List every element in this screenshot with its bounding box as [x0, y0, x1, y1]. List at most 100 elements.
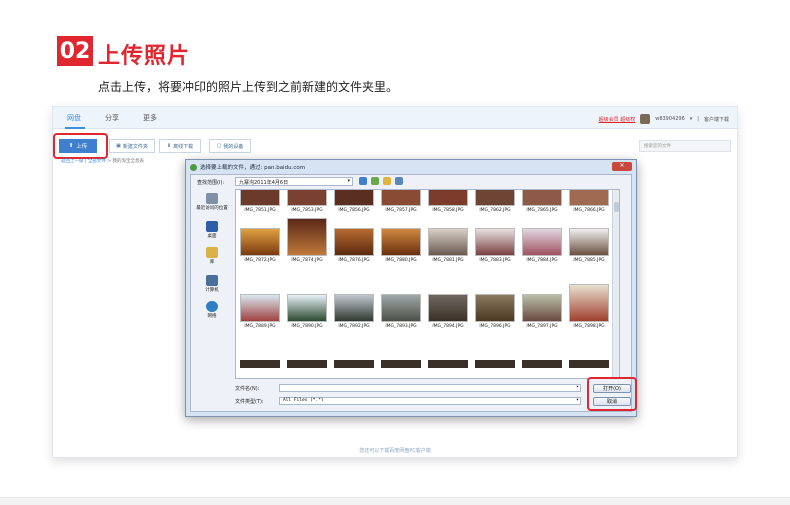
file-name: IMG_7881.JPG: [432, 258, 464, 263]
file-item[interactable]: IMG_7897.JPG: [522, 294, 562, 329]
chevron-down-icon[interactable]: ▾: [690, 116, 693, 122]
file-name: IMG_7880.JPG: [385, 258, 417, 263]
thumbnail: [475, 294, 515, 322]
breadcrumb-all[interactable]: 全部文件: [88, 159, 106, 164]
place-library[interactable]: 库: [193, 247, 231, 265]
file-item[interactable]: IMG_7884.JPG: [522, 228, 562, 263]
place-recent[interactable]: 最近访问的位置: [193, 193, 231, 211]
file-item[interactable]: IMG_7874.JPG: [287, 218, 327, 263]
nav-tab-netdisk[interactable]: 网盘: [67, 113, 81, 123]
file-item[interactable]: IMG_7853.JPG: [287, 190, 327, 213]
file-item[interactable]: IMG_7857.JPG: [381, 190, 421, 213]
place-label: 计算机: [205, 288, 219, 293]
avatar[interactable]: [640, 114, 651, 124]
thumbnail: [522, 294, 562, 322]
place-computer[interactable]: 计算机: [193, 275, 231, 293]
file-item[interactable]: IMG_7866.JPG: [569, 190, 609, 213]
place-label: 网络: [207, 314, 217, 319]
filename-label: 文件名(N):: [235, 386, 260, 392]
back-icon[interactable]: [359, 177, 367, 185]
new-folder-button[interactable]: ▣ 新建文件夹: [109, 139, 155, 153]
file-name: IMG_7857.JPG: [385, 208, 417, 213]
client-download-link[interactable]: 客户端下载: [704, 116, 729, 123]
bottom-rule: [0, 497, 790, 505]
scroll-thumb[interactable]: [614, 202, 619, 212]
top-nav-bar: 网盘 分享 更多 超级会员 超级权 w83904296 ▾ | 客户端下载: [53, 107, 737, 129]
dialog-title-text: 选择要上载的文件，通过: pan.baidu.com: [200, 165, 306, 171]
file-item[interactable]: IMG_7890.JPG: [287, 294, 327, 329]
thumbnail: [240, 228, 280, 256]
breadcrumb-back[interactable]: 返回上一级: [61, 159, 84, 164]
nav-tab-more[interactable]: 更多: [143, 113, 157, 123]
step-title: 上传照片: [98, 44, 191, 69]
file-item[interactable]: IMG_7858.JPG: [428, 190, 468, 213]
file-item[interactable]: IMG_7896.JPG: [475, 294, 515, 329]
footer-link[interactable]: 您还可以下载百度网盘PC客户端: [53, 447, 737, 454]
nav-tab-share[interactable]: 分享: [105, 113, 119, 123]
file-item[interactable]: IMG_7883.JPG: [475, 228, 515, 263]
file-item[interactable]: IMG_7862.JPG: [475, 190, 515, 213]
search-input[interactable]: 搜索您的文件: [639, 140, 731, 152]
file-item[interactable]: IMG_7898.JPG: [569, 284, 609, 329]
place-label: 库: [209, 260, 215, 265]
view-menu-icon[interactable]: [395, 177, 403, 185]
breadcrumb: 返回上一级 | 全部文件 > 我的淘宝全息表: [61, 158, 144, 164]
thumbnail: [287, 294, 327, 322]
file-item[interactable]: IMG_7894.JPG: [428, 294, 468, 329]
thumbnail: [240, 294, 280, 322]
thumbnail: [475, 228, 515, 256]
up-folder-icon[interactable]: [371, 177, 379, 185]
scrollbar[interactable]: [612, 190, 619, 378]
place-label: 桌面: [207, 234, 217, 239]
dialog-title: 选择要上载的文件，通过: pan.baidu.com: [190, 163, 305, 171]
filetype-select[interactable]: All Files (*.*) ▾: [279, 397, 581, 405]
place-desktop[interactable]: 桌面: [193, 221, 231, 239]
device-icon: ▢: [216, 143, 222, 149]
computer-icon: [206, 275, 218, 286]
download-icon: ⬇: [166, 143, 172, 149]
close-icon[interactable]: ✕: [612, 162, 632, 171]
places-bar: 最近访问的位置 桌面 库 计算机 网络: [193, 189, 231, 379]
file-item[interactable]: IMG_7851.JPG: [240, 190, 280, 213]
filename-input[interactable]: ▾: [279, 384, 581, 392]
thumbnail: [381, 190, 421, 206]
my-devices-button[interactable]: ▢ 我的设备: [209, 139, 251, 153]
thumbnail: [381, 228, 421, 256]
new-folder-icon[interactable]: [383, 177, 391, 185]
file-item[interactable]: IMG_7892.JPG: [334, 294, 374, 329]
file-name: IMG_7858.JPG: [432, 208, 464, 213]
place-network[interactable]: 网络: [193, 301, 231, 319]
file-item[interactable]: IMG_7893.JPG: [381, 294, 421, 329]
thumbnail: [381, 294, 421, 322]
chevron-down-icon: ▾: [575, 384, 579, 390]
nav-underline: [65, 127, 85, 129]
file-item[interactable]: IMG_7876.JPG: [334, 228, 374, 263]
file-name: IMG_7890.JPG: [291, 324, 323, 329]
screenshot-frame: 网盘 分享 更多 超级会员 超级权 w83904296 ▾ | 客户端下载 ⬆ …: [52, 106, 738, 458]
thumbnail: [428, 190, 468, 206]
file-name: IMG_7862.JPG: [479, 208, 511, 213]
file-item[interactable]: IMG_7856.JPG: [334, 190, 374, 213]
look-in-label: 查找范围(I):: [197, 180, 225, 186]
thumbnail: [428, 294, 468, 322]
thumbnail: [569, 190, 609, 206]
file-item[interactable]: IMG_7872.JPG: [240, 228, 280, 263]
breadcrumb-current: 我的淘宝全息表: [112, 159, 145, 164]
username[interactable]: w83904296: [655, 116, 685, 122]
file-item[interactable]: IMG_7865.JPG: [522, 190, 562, 213]
file-name: IMG_7894.JPG: [432, 324, 464, 329]
file-name: IMG_7874.JPG: [291, 258, 323, 263]
step-badge: 02: [57, 36, 93, 66]
vip-link[interactable]: 超级会员 超级权: [599, 116, 636, 123]
file-item[interactable]: IMG_7881.JPG: [428, 228, 468, 263]
file-item[interactable]: IMG_7885.JPG: [569, 228, 609, 263]
new-folder-label: 新建文件夹: [122, 143, 148, 150]
file-item[interactable]: IMG_7889.JPG: [240, 294, 280, 329]
buttons-highlight: [587, 377, 637, 411]
file-name: IMG_7898.JPG: [573, 324, 605, 329]
look-in-select[interactable]: 九寨沟2011年4月6日 ▾: [235, 177, 353, 186]
folder-icon: ▣: [116, 143, 121, 149]
file-item[interactable]: IMG_7880.JPG: [381, 228, 421, 263]
thumbnail: [475, 190, 515, 206]
offline-download-button[interactable]: ⬇ 离线下载: [159, 139, 201, 153]
